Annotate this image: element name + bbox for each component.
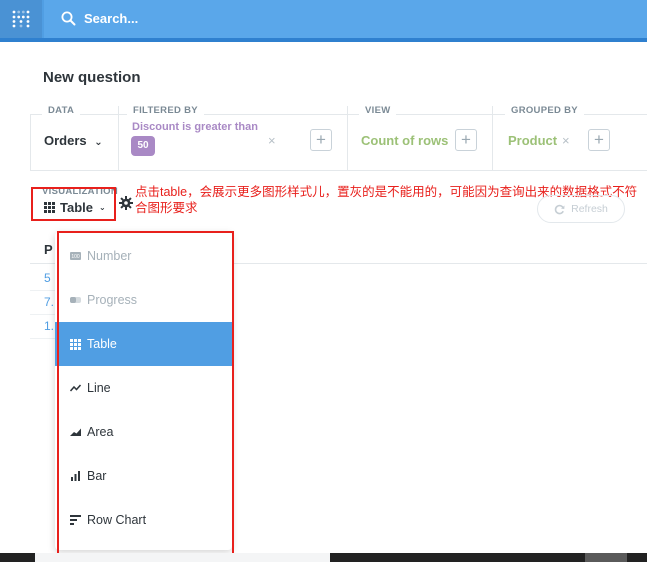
query-builder-bottom-border bbox=[30, 170, 647, 171]
bottom-strip-segment bbox=[35, 553, 330, 562]
search-bar[interactable]: Search... bbox=[44, 0, 647, 38]
add-view-plus-icon[interactable]: + bbox=[455, 129, 477, 151]
table-cell[interactable]: 5 bbox=[44, 271, 51, 285]
page-title: New question bbox=[43, 69, 141, 86]
section-divider bbox=[118, 106, 119, 171]
metabase-logo[interactable] bbox=[0, 0, 42, 38]
data-source-value: Orders bbox=[44, 133, 87, 148]
remove-group-close-icon[interactable]: × bbox=[562, 133, 570, 148]
chevron-down-icon: ⌄ bbox=[94, 137, 103, 148]
filter-condition[interactable]: Discount is greater than bbox=[132, 121, 258, 133]
remove-filter-close-icon[interactable]: × bbox=[268, 133, 276, 148]
view-section-label: VIEW bbox=[359, 105, 397, 116]
section-divider bbox=[492, 106, 493, 171]
logo-icon bbox=[12, 10, 30, 28]
highlight-box-dropdown bbox=[57, 231, 234, 561]
table-cell[interactable]: 7. bbox=[44, 295, 54, 309]
grouped-by-section-label: GROUPED BY bbox=[505, 105, 584, 116]
table-cell[interactable]: 1. bbox=[44, 319, 54, 333]
add-filter-plus-icon[interactable]: + bbox=[310, 129, 332, 151]
filter-value-badge[interactable]: 50 bbox=[131, 136, 155, 156]
top-navigation-bar: Search... bbox=[0, 0, 647, 38]
bottom-strip-segment bbox=[585, 553, 627, 562]
section-divider bbox=[347, 106, 348, 171]
table-column-header[interactable]: P bbox=[44, 242, 53, 257]
view-aggregation[interactable]: Count of rows bbox=[361, 133, 448, 148]
refresh-icon bbox=[554, 204, 565, 214]
refresh-label: Refresh bbox=[571, 203, 608, 215]
search-icon bbox=[61, 11, 76, 26]
top-bar-divider bbox=[0, 38, 647, 42]
query-builder-left-border bbox=[30, 114, 31, 171]
highlight-box-visualization bbox=[31, 187, 116, 221]
filter-section-label: FILTERED BY bbox=[127, 105, 204, 116]
refresh-button[interactable]: Refresh bbox=[537, 195, 625, 223]
search-placeholder: Search... bbox=[84, 11, 139, 26]
group-by-field[interactable]: Product bbox=[508, 133, 557, 148]
add-group-plus-icon[interactable]: + bbox=[588, 129, 610, 151]
data-source-selector[interactable]: Orders ⌄ bbox=[44, 133, 103, 148]
gear-icon[interactable] bbox=[119, 196, 133, 210]
data-section-label: DATA bbox=[42, 105, 81, 116]
